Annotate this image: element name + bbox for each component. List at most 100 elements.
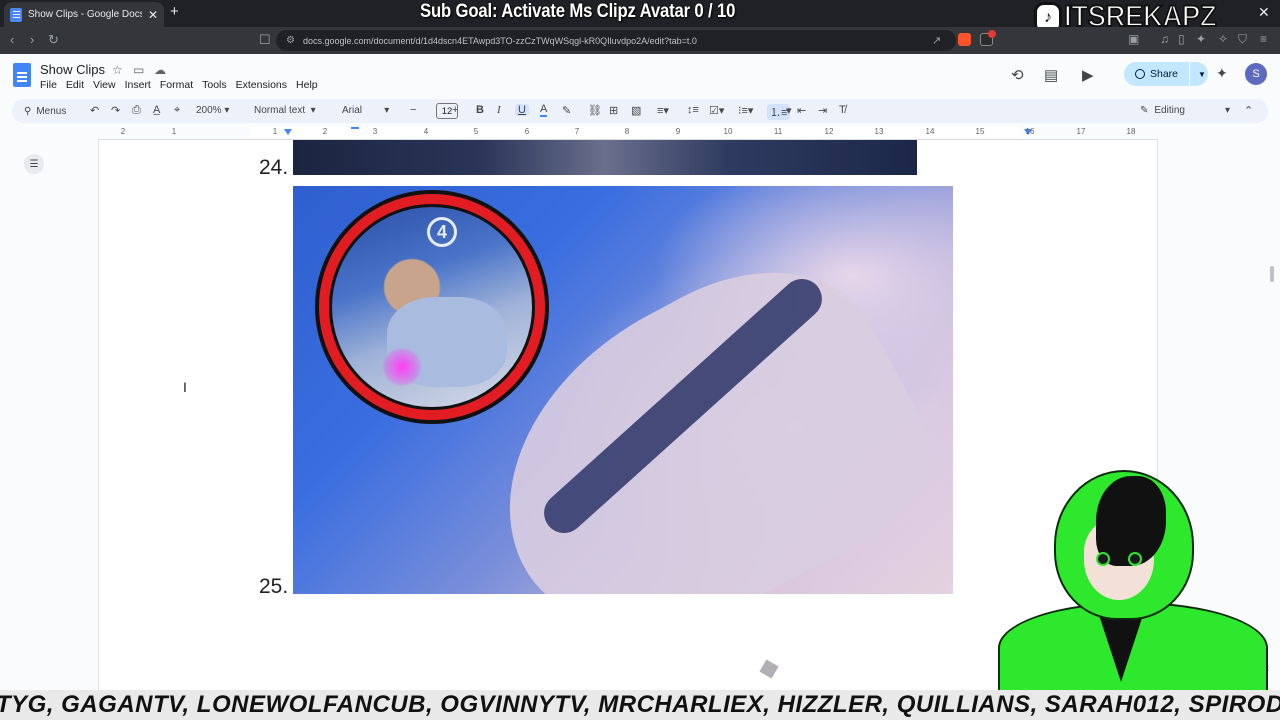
ruler-number: 10 — [723, 127, 733, 136]
share-button[interactable]: Share ▼ — [1124, 62, 1208, 86]
link-icon[interactable]: ⛓ — [588, 104, 602, 117]
globe-icon — [1135, 69, 1145, 79]
window-close-icon[interactable]: ✕ — [1258, 4, 1270, 21]
document-outline-icon[interactable]: ☰ — [24, 154, 44, 174]
align-icon[interactable]: ≡▾ — [657, 104, 669, 117]
search-menus[interactable]: ⚲ Menus — [18, 101, 92, 121]
editing-mode-select[interactable]: ✎ Editing ▾ — [1140, 105, 1230, 116]
ruler[interactable]: 2 1 1 2 3 4 5 6 7 8 9 10 11 12 13 14 15 … — [98, 126, 1158, 140]
tab-title: Show Clips - Google Docs — [28, 9, 142, 20]
docs-logo-icon[interactable] — [13, 63, 31, 87]
chevron-down-icon[interactable]: ▼ — [1198, 70, 1206, 79]
numbered-list-chevron-icon[interactable]: ▾ — [786, 104, 792, 117]
clip-image-25[interactable]: 4 — [293, 186, 953, 594]
menu-insert[interactable]: Insert — [125, 79, 151, 91]
account-avatar[interactable]: S — [1245, 63, 1267, 85]
ruler-number: 16 — [1025, 127, 1035, 136]
first-line-indent-marker[interactable] — [351, 127, 359, 129]
ruler-number: 12 — [824, 127, 834, 136]
increase-font-icon[interactable]: + — [452, 104, 458, 116]
star-icon[interactable]: ☆ — [112, 63, 123, 77]
menu-format[interactable]: Format — [160, 79, 193, 91]
search-icon: ⚲ — [24, 105, 32, 117]
left-indent-marker[interactable] — [284, 129, 292, 135]
spellcheck-icon[interactable]: A̲ — [153, 104, 160, 116]
italic-icon[interactable]: I — [497, 104, 501, 116]
image-insert-icon[interactable]: ▧ — [631, 104, 641, 117]
new-tab-icon[interactable]: + — [170, 3, 179, 20]
ruler-number: 17 — [1076, 127, 1086, 136]
comment-add-icon[interactable]: ⊞ — [609, 104, 618, 117]
ruler-number: 1 — [171, 127, 177, 136]
increase-indent-icon[interactable]: ⇥ — [818, 104, 827, 117]
zoom-select[interactable]: 200% ▾ — [196, 105, 229, 116]
editing-mode-label: Editing — [1154, 105, 1185, 116]
leo-ai-icon[interactable]: ✧ — [1218, 32, 1228, 46]
back-arrow-icon[interactable]: ‹ — [10, 32, 14, 47]
share-page-icon[interactable]: ↗ — [932, 34, 941, 47]
document-title[interactable]: Show Clips — [40, 62, 105, 77]
print-icon[interactable]: ⎙ — [132, 104, 141, 117]
clear-formatting-icon[interactable]: T̸ — [839, 104, 846, 116]
menu-extensions[interactable]: Extensions — [236, 79, 287, 91]
sidebar-icon[interactable]: ▯ — [1178, 32, 1185, 46]
font-select[interactable]: Arial ▾ — [342, 105, 389, 116]
browser-address-bar: ‹ › ↻ ☐ ⚙ docs.google.com/document/d/1d4… — [0, 27, 1280, 54]
share-label: Share — [1150, 68, 1179, 80]
ruler-number: 3 — [372, 127, 378, 136]
undo-icon[interactable]: ↶ — [90, 104, 99, 117]
redo-icon[interactable]: ↷ — [111, 104, 120, 117]
ruler-number: 6 — [524, 127, 530, 136]
menu-tools[interactable]: Tools — [202, 79, 227, 91]
zoom-circle-ring: 4 — [319, 194, 545, 420]
screenshot-icon[interactable]: ▣ — [1128, 32, 1139, 46]
site-info-icon[interactable]: ⚙ — [286, 35, 295, 46]
style-value: Normal text — [254, 105, 306, 116]
move-folder-icon[interactable]: ▭ — [133, 63, 144, 77]
extensions-puzzle-icon[interactable]: ✦ — [1196, 32, 1206, 46]
version-history-icon[interactable]: ⟲ — [1011, 66, 1024, 84]
chevron-down-icon: ▾ — [1224, 105, 1230, 116]
bookmark-icon[interactable]: ☐ — [259, 32, 271, 48]
decrease-font-icon[interactable]: − — [410, 104, 416, 116]
cloud-status-icon[interactable]: ☁ — [154, 63, 166, 77]
gemini-spark-icon[interactable]: ✦ — [1216, 65, 1228, 82]
highlight-glow — [382, 347, 422, 387]
clip-image-24[interactable] — [293, 140, 917, 175]
sub-goal-overlay: Sub Goal: Activate Ms Clipz Avatar 0 / 1… — [420, 1, 736, 22]
ruler-number: 4 — [423, 127, 429, 136]
paint-format-icon[interactable]: ⌖ — [174, 104, 180, 117]
scrollbar-thumb[interactable] — [1270, 266, 1274, 282]
decrease-indent-icon[interactable]: ⇤ — [797, 104, 806, 117]
meet-video-icon[interactable]: ▶ — [1082, 66, 1094, 84]
menu-edit[interactable]: Edit — [66, 79, 84, 91]
ruler-number: 13 — [874, 127, 884, 136]
style-select[interactable]: Normal text ▾ — [254, 105, 316, 116]
brave-shield-icon[interactable] — [958, 33, 971, 46]
line-spacing-icon[interactable]: ↕≡ — [687, 104, 699, 116]
ruler-number: 2 — [120, 127, 126, 136]
menu-file[interactable]: File — [40, 79, 57, 91]
text-color-icon[interactable]: A — [540, 104, 548, 117]
list-item-number: 25. — [259, 575, 289, 598]
vpn-shield-icon[interactable]: ⛉ — [1238, 32, 1247, 47]
media-icon[interactable]: ♫ — [1160, 32, 1169, 46]
font-value: Arial — [342, 105, 363, 116]
underline-icon[interactable]: U — [515, 104, 529, 116]
comments-icon[interactable]: ▤ — [1044, 66, 1058, 84]
bullet-list-icon[interactable]: ⁝≡▾ — [738, 104, 753, 117]
menu-view[interactable]: View — [93, 79, 116, 91]
notification-badge — [988, 30, 996, 38]
checklist-icon[interactable]: ☑▾ — [709, 104, 724, 117]
browser-menu-icon[interactable]: ≡ — [1260, 32, 1267, 46]
browser-tab[interactable]: Show Clips - Google Docs ✕ — [4, 2, 164, 27]
bold-icon[interactable]: B — [476, 104, 484, 116]
url-bar[interactable]: ⚙ docs.google.com/document/d/1d4dscn4ETA… — [276, 30, 956, 51]
zoom-value: 200% — [196, 105, 222, 116]
tab-close-icon[interactable]: ✕ — [148, 8, 158, 22]
highlight-icon[interactable]: ✎ — [562, 104, 571, 117]
menu-help[interactable]: Help — [296, 79, 318, 91]
forward-arrow-icon[interactable]: › — [30, 32, 34, 47]
collapse-toolbar-icon[interactable]: ⌃ — [1244, 104, 1253, 117]
reload-icon[interactable]: ↻ — [48, 32, 59, 48]
